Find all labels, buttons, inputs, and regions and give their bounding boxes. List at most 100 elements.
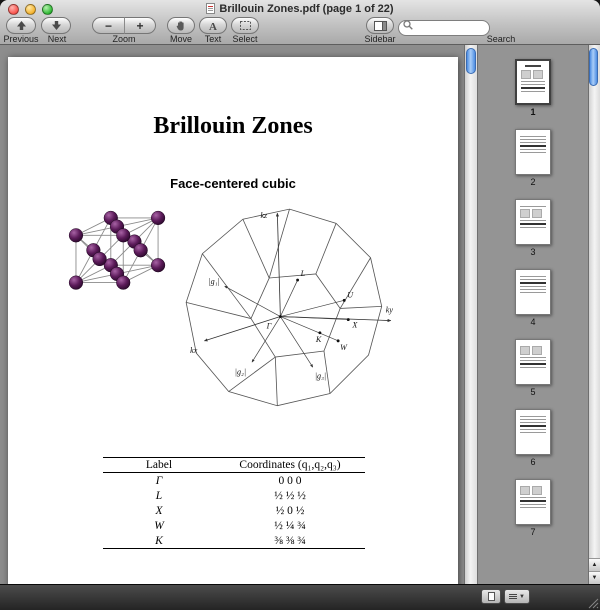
page-title: Brillouin Zones <box>153 113 313 139</box>
row-label: W <box>154 519 164 532</box>
axis-label-kx: kx <box>190 346 198 355</box>
page-thumbnail[interactable]: 4 <box>515 269 551 327</box>
row-coords: 0 0 0 <box>278 474 302 487</box>
zoom-out-button[interactable]: − <box>92 17 124 34</box>
page-thumbnail[interactable]: 2 <box>515 129 551 187</box>
page-icon <box>487 592 495 601</box>
select-label: Select <box>232 34 258 44</box>
resize-grip[interactable] <box>586 596 599 609</box>
move-button[interactable] <box>167 17 195 34</box>
row-label: Γ <box>155 474 163 487</box>
thumbnail-number: 6 <box>530 457 536 467</box>
close-button[interactable] <box>8 4 19 15</box>
row-coords: ½ 0 ½ <box>275 504 305 517</box>
pdf-page: Brillouin Zones Face-centered cubic kz k… <box>8 57 458 584</box>
up-arrow-icon <box>16 21 26 30</box>
table-header-coords: Coordinates (q₁,q₂,q₃) <box>239 459 341 471</box>
pdf-document-icon <box>206 3 216 14</box>
main-scrollbar[interactable] <box>464 45 478 584</box>
page-subtitle: Face-centered cubic <box>170 176 296 191</box>
thumbnail-preview[interactable] <box>515 129 551 175</box>
axis-label-kz: kz <box>260 211 268 220</box>
thumbnail-number: 3 <box>530 247 536 257</box>
chevron-down-icon: ▼ <box>519 593 525 600</box>
sidebar-label: Sidebar <box>364 34 396 44</box>
row-label: K <box>155 534 163 547</box>
bottom-bar: ▼ <box>0 584 600 610</box>
vector-label-g1: |g₁| <box>208 277 219 286</box>
scroll-arrows: ▲ ▼ <box>589 558 600 584</box>
fcc-crystal-figure <box>68 210 166 290</box>
selection-icon <box>239 21 251 30</box>
window-title-area: Brillouin Zones.pdf (page 1 of 22) <box>60 2 540 15</box>
list-icon <box>509 594 518 599</box>
thumbnail-preview[interactable] <box>515 339 551 385</box>
zoom-label: Zoom <box>112 34 136 44</box>
table-header-row: Label Coordinates (q₁,q₂,q₃) <box>103 458 365 473</box>
thumbnail-number: 2 <box>530 177 536 187</box>
row-label: X <box>155 504 163 517</box>
page-thumbnail[interactable]: 7 <box>515 479 551 537</box>
thumbnail-sidebar: 1 2 3 4 5 6 7 <box>478 45 588 584</box>
scroll-up-button[interactable]: ▲ <box>589 558 600 571</box>
text-tool-icon: A <box>209 21 217 32</box>
down-arrow-icon <box>51 21 61 30</box>
point-label-u: U <box>347 290 354 299</box>
point-label-w: W <box>340 343 348 352</box>
zoom-in-button[interactable]: + <box>124 17 156 34</box>
minus-icon: − <box>104 18 112 33</box>
search-label: Search <box>486 34 516 44</box>
coords-table: Label Coordinates (q₁,q₂,q₃) Γ 0 0 0 L ½… <box>103 457 365 549</box>
row-coords: ½ ½ ½ <box>274 489 306 502</box>
page-thumbnail[interactable]: 5 <box>515 339 551 397</box>
thumbnail-preview[interactable] <box>515 199 551 245</box>
scroll-down-button[interactable]: ▼ <box>589 571 600 584</box>
move-label: Move <box>169 34 192 44</box>
window-title: Brillouin Zones.pdf (page 1 of 22) <box>219 2 394 15</box>
scrollbar-thumb[interactable] <box>589 48 598 86</box>
table-row: W ½ ¼ ¾ <box>103 518 365 533</box>
traffic-lights <box>8 4 53 15</box>
table-row: L ½ ½ ½ <box>103 488 365 503</box>
scrollbar-thumb[interactable] <box>466 48 476 74</box>
point-label-gamma: Γ <box>266 322 272 331</box>
thumbnail-number: 5 <box>530 387 536 397</box>
page-thumbnail[interactable]: 3 <box>515 199 551 257</box>
sidebar-scrollbar[interactable]: ▲ ▼ <box>588 45 600 584</box>
row-coords: ⅜ ⅜ ¾ <box>274 534 306 547</box>
next-button[interactable] <box>41 17 71 34</box>
table-row: Γ 0 0 0 <box>103 473 365 488</box>
point-label-l: L <box>300 269 306 278</box>
thumbnail-number: 1 <box>530 107 536 117</box>
view-mode-button[interactable] <box>481 589 501 604</box>
main-view: Brillouin Zones Face-centered cubic kz k… <box>0 45 464 584</box>
maximize-button[interactable] <box>42 4 53 15</box>
search-icon <box>403 20 413 30</box>
sidebar-button[interactable] <box>366 17 394 34</box>
svg-text:A: A <box>209 21 217 32</box>
page-thumbnail[interactable]: 6 <box>515 409 551 467</box>
sidebar-options-button[interactable]: ▼ <box>504 589 530 604</box>
page-thumbnail[interactable]: 1 <box>515 59 551 117</box>
previous-button[interactable] <box>6 17 36 34</box>
thumbnail-preview[interactable] <box>515 409 551 455</box>
select-button[interactable] <box>231 17 259 34</box>
plus-icon: + <box>136 18 144 33</box>
point-label-x: X <box>351 321 358 330</box>
thumbnail-preview[interactable] <box>515 269 551 315</box>
row-label: L <box>155 489 163 502</box>
sidebar-icon <box>373 20 387 31</box>
window-chrome: Brillouin Zones.pdf (page 1 of 22) Previ… <box>0 0 600 45</box>
next-label: Next <box>47 34 67 44</box>
thumbnail-preview[interactable] <box>515 479 551 525</box>
thumbnail-number: 4 <box>530 317 536 327</box>
text-label: Text <box>204 34 222 44</box>
previous-label: Previous <box>3 34 39 44</box>
table-header-label: Label <box>145 459 173 471</box>
thumbnail-preview[interactable] <box>515 59 551 105</box>
table-row: X ½ 0 ½ <box>103 503 365 518</box>
vector-label-g2: |g₂| <box>235 367 246 376</box>
minimize-button[interactable] <box>25 4 36 15</box>
search-field-wrap <box>398 17 490 36</box>
text-button[interactable]: A <box>199 17 227 34</box>
